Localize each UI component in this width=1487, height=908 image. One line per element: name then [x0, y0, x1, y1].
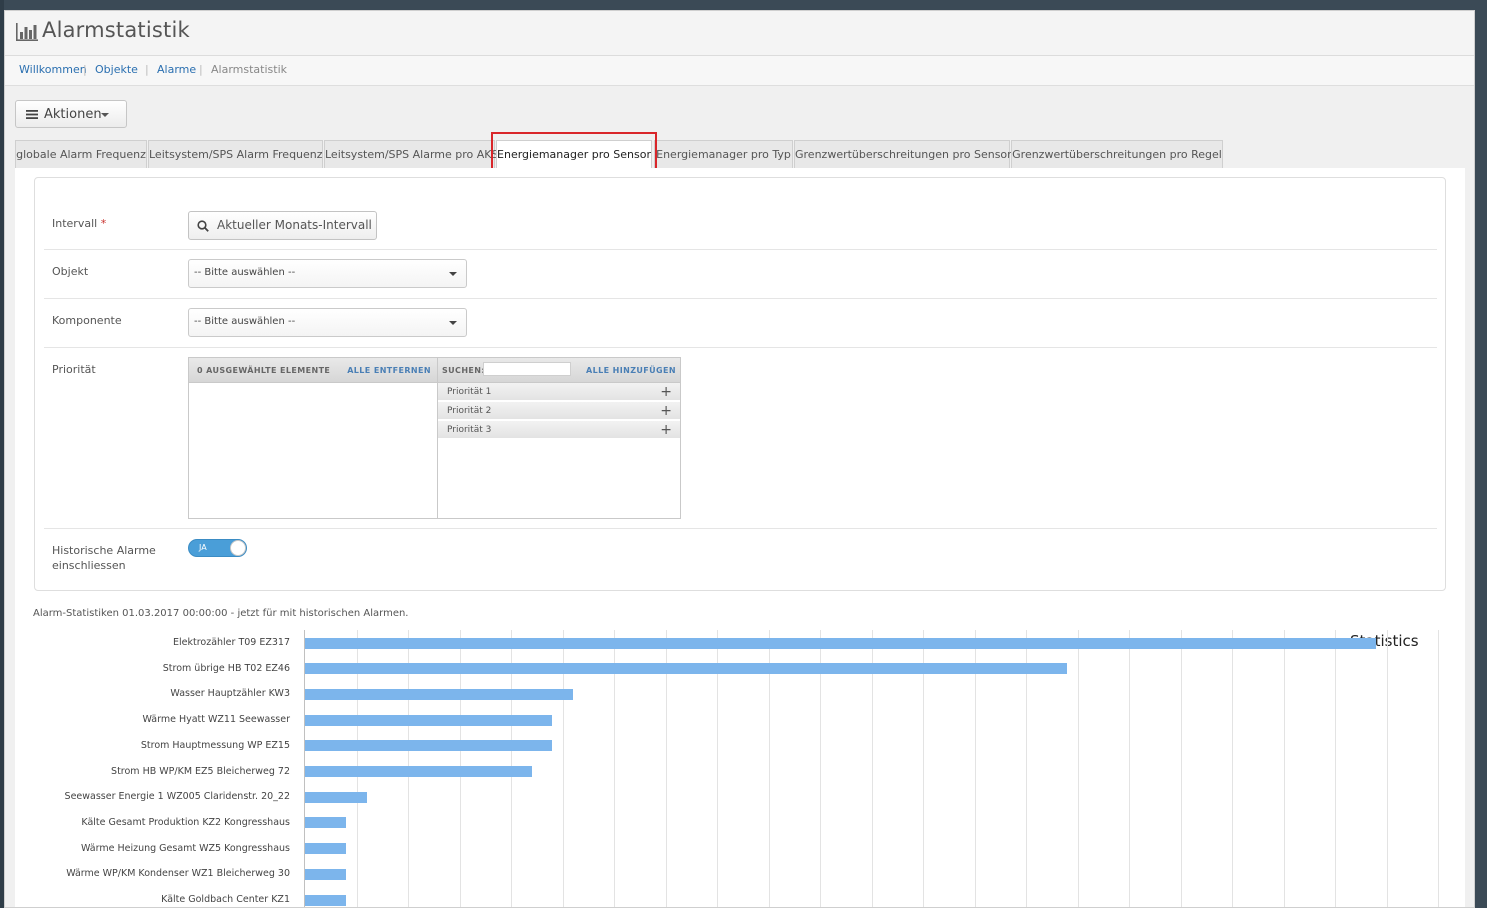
breadcrumb-willkommen[interactable]: Willkommen — [19, 63, 87, 76]
selected-list: 0 AUSGEWÄHLTE ELEMENTE ALLE ENTFERNEN — [189, 358, 438, 518]
filter-form: Intervall * Aktueller Monats-Intervall O… — [34, 177, 1446, 591]
list-item[interactable]: Priorität 1 + — [438, 383, 680, 401]
chart-gridline — [1438, 630, 1439, 907]
tab-grenzwert-pro-regel[interactable]: Grenzwertüberschreitungen pro Regel — [1011, 140, 1223, 168]
chart-bar[interactable] — [305, 740, 553, 752]
breadcrumb-separator: | — [199, 63, 203, 76]
list-item-label: Priorität 1 — [447, 387, 492, 397]
page-title: Alarmstatistik — [42, 18, 190, 42]
chart-gridline — [1386, 630, 1388, 907]
chevron-down-icon — [449, 321, 457, 325]
tab-leitsystem-alarme-pro-aks[interactable]: Leitsystem/SPS Alarme pro AKS — [324, 140, 498, 168]
available-list: SUCHEN: ALLE HINZUFÜGEN Priorität 1 + Pr… — [438, 358, 680, 518]
chart-category-label: Wärme WP/KM Kondenser WZ1 Bleicherweg 30 — [66, 868, 290, 880]
chart-category-label: Wärme Hyatt WZ11 Seewasser — [142, 714, 291, 726]
list-item-label: Priorität 2 — [447, 406, 492, 416]
selected-count: 0 AUSGEWÄHLTE ELEMENTE — [197, 366, 331, 375]
tab-leitsystem-alarm-frequenz[interactable]: Leitsystem/SPS Alarm Frequenz — [148, 140, 323, 168]
chart-gridline — [1077, 630, 1079, 907]
chart-category-label: Kälte Goldbach Center KZ1 — [161, 894, 290, 905]
search-icon — [197, 220, 209, 232]
chart-gridline — [1232, 630, 1233, 907]
actions-button[interactable]: Aktionen — [15, 100, 127, 128]
priority-multiselect: 0 AUSGEWÄHLTE ELEMENTE ALLE ENTFERNEN SU… — [188, 357, 681, 519]
chart-category-label: Seewasser Energie 1 WZ005 Claridenstr. 2… — [64, 791, 290, 803]
tab-energiemanager-pro-typ[interactable]: Energiemanager pro Typ — [654, 140, 793, 168]
divider — [44, 528, 1437, 529]
interval-label: Intervall * — [52, 217, 107, 230]
add-all-link[interactable]: ALLE HINZUFÜGEN — [586, 366, 676, 375]
chart-bar[interactable] — [305, 688, 573, 700]
chart-bar[interactable] — [305, 766, 532, 777]
remove-all-link[interactable]: ALLE ENTFERNEN — [347, 366, 431, 375]
list-item[interactable]: Priorität 2 + — [438, 402, 680, 420]
breadcrumb-objekte[interactable]: Objekte — [95, 63, 138, 76]
interval-button-label: Aktueller Monats-Intervall — [217, 218, 372, 232]
component-label: Komponente — [52, 314, 122, 327]
priority-search-input[interactable] — [483, 362, 571, 376]
plus-icon[interactable]: + — [660, 422, 672, 438]
app-window: Alarmstatistik Willkommen | Objekte | Al… — [4, 10, 1475, 908]
chart-category-label: Elektrozähler T09 EZ317 — [172, 637, 290, 648]
search-label: SUCHEN: — [442, 366, 485, 375]
divider — [44, 347, 1437, 348]
caret-down-icon — [101, 113, 109, 117]
chart-gridline — [1129, 630, 1130, 907]
breadcrumb-alarmstatistik: Alarmstatistik — [211, 63, 287, 76]
chart-bar[interactable] — [305, 817, 347, 829]
plus-icon[interactable]: + — [660, 384, 672, 400]
chart-bar[interactable] — [305, 894, 347, 906]
historic-toggle[interactable]: JA — [188, 539, 247, 557]
bar-chart-icon — [16, 23, 38, 41]
component-select[interactable]: -- Bitte auswählen -- — [188, 308, 467, 337]
list-item-label: Priorität 3 — [447, 425, 492, 435]
chart-bar[interactable] — [305, 663, 1068, 675]
chevron-down-icon — [449, 272, 457, 276]
chart-category-label: Wasser Hauptzähler KW3 — [170, 688, 290, 700]
content-panel: Intervall * Aktueller Monats-Intervall O… — [15, 168, 1465, 907]
plus-icon[interactable]: + — [660, 403, 672, 419]
chart-gridline — [1283, 630, 1285, 907]
available-list-header: SUCHEN: ALLE HINZUFÜGEN — [438, 358, 680, 383]
chart-category-label: Strom Hauptmessung WP EZ15 — [140, 739, 290, 751]
breadcrumb-alarme[interactable]: Alarme — [157, 63, 196, 76]
background-strip-right — [1476, 10, 1487, 908]
divider — [44, 249, 1437, 250]
selected-list-header: 0 AUSGEWÄHLTE ELEMENTE ALLE ENTFERNEN — [189, 358, 437, 383]
required-marker: * — [100, 217, 107, 230]
chart-category-label: Kälte Gesamt Produktion KZ2 Kongresshaus — [81, 816, 290, 828]
chart-bar[interactable] — [305, 637, 1377, 649]
object-select-value: -- Bitte auswählen -- — [194, 267, 296, 278]
chart-bar[interactable] — [305, 791, 367, 803]
menu-icon — [26, 110, 38, 119]
chart-category-label: Strom HB WP/KM EZ5 Bleicherweg 72 — [111, 765, 290, 777]
object-select[interactable]: -- Bitte auswählen -- — [188, 259, 467, 288]
stats-caption: Alarm-Statistiken 01.03.2017 00:00:00 - … — [33, 608, 409, 619]
tab-grenzwert-pro-sensor[interactable]: Grenzwertüberschreitungen pro Sensor — [794, 140, 1012, 168]
chart-bar[interactable] — [305, 843, 347, 855]
breadcrumb-separator: | — [83, 63, 87, 76]
actions-label: Aktionen — [44, 107, 102, 122]
tab-globale-alarm-frequenz[interactable]: globale Alarm Frequenz — [15, 140, 147, 168]
chart-bar[interactable] — [305, 714, 553, 726]
title-bar: Alarmstatistik — [5, 11, 1474, 56]
chart-bar[interactable] — [305, 868, 347, 880]
tab-energiemanager-pro-sensor[interactable]: Energiemanager pro Sensor — [496, 140, 652, 170]
historic-label: Historische Alarme einschliessen — [52, 544, 156, 572]
chart-gridline — [1335, 630, 1336, 907]
chart-gridline — [1180, 630, 1182, 907]
breadcrumb: Willkommen | Objekte | Alarme | Alarmsta… — [5, 56, 1474, 86]
object-label: Objekt — [52, 265, 89, 278]
priority-label: Priorität — [52, 363, 96, 376]
statistics-chart: Statistics Elektrozähler T09 EZ317 Strom … — [15, 622, 1465, 907]
list-item[interactable]: Priorität 3 + — [438, 421, 680, 439]
interval-button[interactable]: Aktueller Monats-Intervall — [188, 211, 377, 240]
divider — [44, 298, 1437, 299]
toggle-label: JA — [199, 543, 207, 552]
toggle-knob — [230, 540, 246, 556]
chart-category-label: Wärme Heizung Gesamt WZ5 Kongresshaus — [81, 842, 290, 854]
chart-category-label: Strom übrige HB T02 EZ46 — [162, 662, 290, 674]
component-select-value: -- Bitte auswählen -- — [194, 316, 296, 327]
breadcrumb-separator: | — [145, 63, 149, 76]
